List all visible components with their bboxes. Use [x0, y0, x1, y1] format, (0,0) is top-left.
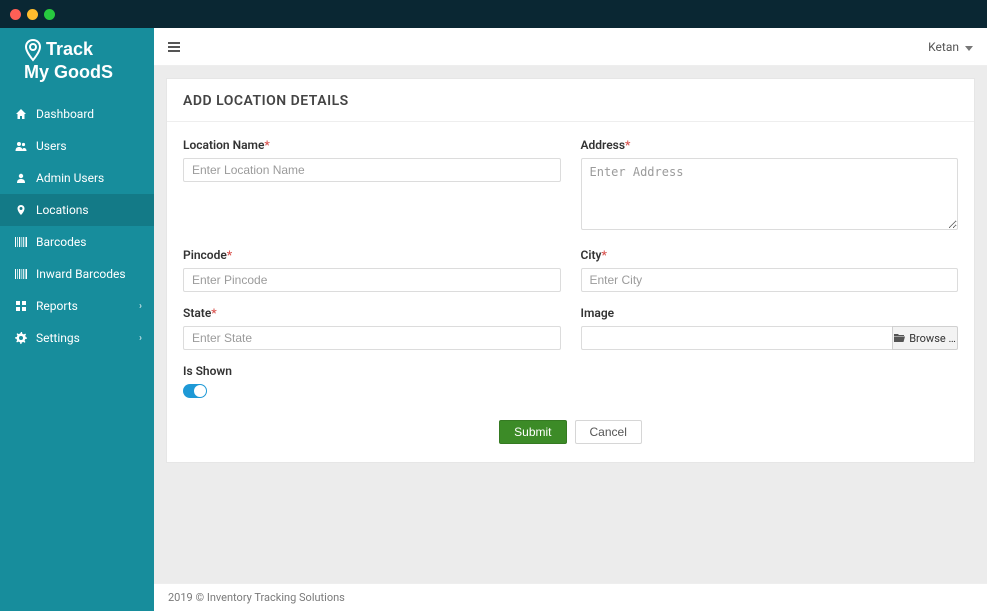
sidebar-item-locations[interactable]: Locations: [0, 194, 154, 226]
window-close-dot[interactable]: [10, 9, 21, 20]
location-name-input[interactable]: [183, 158, 561, 182]
sidebar-toggle-icon[interactable]: [168, 42, 180, 52]
grid-icon: [12, 300, 30, 312]
address-input[interactable]: [581, 158, 959, 230]
sidebar-item-admin-users[interactable]: Admin Users: [0, 162, 154, 194]
sidebar-item-label: Inward Barcodes: [36, 267, 126, 281]
label-state: State*: [183, 306, 561, 320]
card-title: ADD LOCATION DETAILS: [167, 79, 974, 122]
cancel-button[interactable]: Cancel: [575, 420, 642, 444]
image-file-display: [581, 326, 893, 350]
is-shown-toggle[interactable]: [183, 384, 207, 398]
label-is-shown: Is Shown: [183, 364, 561, 378]
label-address: Address*: [581, 138, 959, 152]
barcode-icon: [12, 269, 30, 279]
sidebar-item-dashboard[interactable]: Dashboard: [0, 98, 154, 130]
label-location-name: Location Name*: [183, 138, 561, 152]
label-image: Image: [581, 306, 959, 320]
sidebar-nav: Dashboard Users Admin Users Locations Ba…: [0, 98, 154, 354]
users-icon: [12, 140, 30, 152]
label-city: City*: [581, 248, 959, 262]
chevron-down-icon: [965, 40, 973, 54]
sidebar-item-barcodes[interactable]: Barcodes: [0, 226, 154, 258]
sidebar-item-label: Barcodes: [36, 235, 86, 249]
brand-logo: Track My GoodS: [0, 28, 154, 98]
window-maximize-dot[interactable]: [44, 9, 55, 20]
city-input[interactable]: [581, 268, 959, 292]
sidebar-item-label: Reports: [36, 299, 78, 313]
window-minimize-dot[interactable]: [27, 9, 38, 20]
svg-text:My GoodS: My GoodS: [24, 62, 113, 82]
sidebar-item-inward-barcodes[interactable]: Inward Barcodes: [0, 258, 154, 290]
window-titlebar: [0, 0, 987, 28]
state-input[interactable]: [183, 326, 561, 350]
browse-button[interactable]: Browse …: [892, 326, 958, 350]
toggle-knob: [194, 385, 206, 397]
sidebar: Track My GoodS Dashboard Users Admin Use…: [0, 28, 154, 611]
gear-icon: [12, 332, 30, 344]
sidebar-item-settings[interactable]: Settings ›: [0, 322, 154, 354]
folder-icon: [894, 332, 905, 345]
sidebar-item-label: Users: [36, 139, 67, 153]
sidebar-item-label: Locations: [36, 203, 89, 217]
chevron-right-icon: ›: [139, 333, 142, 344]
topbar: Ketan: [154, 28, 987, 66]
username: Ketan: [928, 40, 959, 54]
user-menu[interactable]: Ketan: [928, 40, 973, 54]
pincode-input[interactable]: [183, 268, 561, 292]
sidebar-item-reports[interactable]: Reports ›: [0, 290, 154, 322]
label-pincode: Pincode*: [183, 248, 561, 262]
chevron-right-icon: ›: [139, 301, 142, 312]
submit-button[interactable]: Submit: [499, 420, 566, 444]
svg-text:Track: Track: [46, 39, 94, 59]
home-icon: [12, 108, 30, 120]
footer: 2019 © Inventory Tracking Solutions: [154, 583, 987, 611]
sidebar-item-label: Admin Users: [36, 171, 104, 185]
form-card: ADD LOCATION DETAILS Location Name* Addr…: [166, 78, 975, 463]
barcode-icon: [12, 237, 30, 247]
sidebar-item-label: Settings: [36, 331, 80, 345]
footer-copyright: 2019 © Inventory Tracking Solutions: [168, 591, 345, 604]
sidebar-item-label: Dashboard: [36, 107, 94, 121]
sidebar-item-users[interactable]: Users: [0, 130, 154, 162]
pin-icon: [12, 204, 30, 216]
user-icon: [12, 172, 30, 184]
